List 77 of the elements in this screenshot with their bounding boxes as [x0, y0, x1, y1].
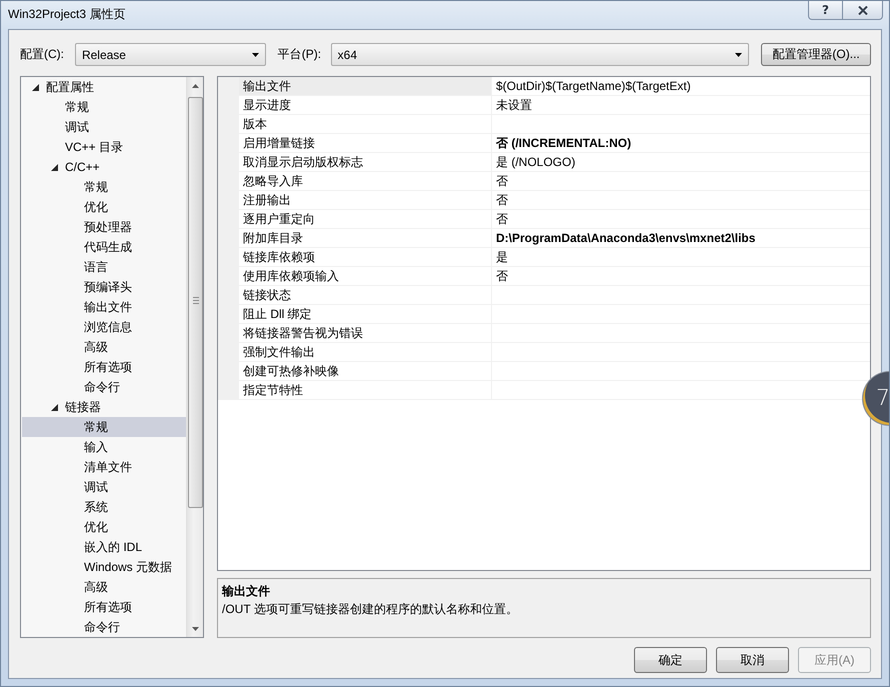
window-title: Win32Project3 属性页	[8, 6, 126, 22]
tree-item[interactable]: 浏览信息	[22, 317, 186, 337]
tree-item[interactable]: 高级	[22, 337, 186, 357]
scroll-up-icon[interactable]	[192, 84, 198, 88]
expanded-triangle-icon[interactable]	[51, 164, 58, 170]
close-icon	[858, 6, 868, 14]
tree-item[interactable]: 代码生成	[22, 237, 186, 257]
tree-item[interactable]: 调试	[22, 477, 186, 497]
property-name[interactable]: 启用增量链接	[239, 134, 491, 153]
property-value[interactable]: 是 (/NOLOGO)	[491, 153, 870, 172]
property-value[interactable]: 否	[491, 210, 870, 229]
property-value[interactable]: 是	[491, 248, 870, 267]
property-value[interactable]: 否	[491, 172, 870, 191]
dialog-button[interactable]: 取消	[716, 647, 789, 673]
property-name[interactable]: 注册输出	[239, 191, 491, 210]
tree-item[interactable]: 系统	[22, 497, 186, 517]
property-value[interactable]: D:\ProgramData\Anaconda3\envs\mxnet2\libs	[491, 229, 870, 248]
tree-item[interactable]: 常规	[22, 417, 186, 437]
property-name[interactable]: 忽略导入库	[239, 172, 491, 191]
configuration-dropdown[interactable]: Release	[74, 43, 266, 66]
tree-item[interactable]: 预编译头	[22, 277, 186, 297]
dropdown-arrow-icon	[252, 52, 259, 56]
property-name[interactable]: 链接库依赖项	[239, 248, 491, 267]
property-value[interactable]: 否 (/INCREMENTAL:NO)	[491, 134, 870, 153]
property-name[interactable]: 输出文件	[239, 77, 491, 96]
tree-item[interactable]: 命令行	[22, 377, 186, 397]
description-text: /OUT 选项可重写链接器创建的程序的默认名称和位置。	[222, 601, 518, 618]
configuration-manager-button[interactable]: 配置管理器(O)...	[761, 43, 872, 66]
tree-item[interactable]: 优化	[22, 197, 186, 217]
tree-item[interactable]: 语言	[22, 257, 186, 277]
property-name[interactable]: 显示进度	[239, 96, 491, 115]
tree-item[interactable]: 调试	[22, 117, 186, 137]
tree-item[interactable]: Windows 元数据	[22, 557, 186, 577]
property-name[interactable]: 强制文件输出	[239, 343, 491, 362]
close-button[interactable]	[843, 1, 883, 20]
tree-item[interactable]: 输出文件	[22, 297, 186, 317]
tree-item[interactable]: 命令行	[22, 617, 186, 637]
tree-item[interactable]: 嵌入的 IDL	[22, 537, 186, 557]
property-name[interactable]: 阻止 Dll 绑定	[239, 305, 491, 324]
configuration-label: 配置(C):	[20, 46, 65, 63]
tree-item[interactable]: 高级	[22, 577, 186, 597]
tree-item[interactable]: 所有选项	[22, 597, 186, 617]
dropdown-arrow-icon	[735, 52, 742, 56]
tree-item[interactable]: 常规	[22, 177, 186, 197]
platform-label: 平台(P):	[278, 46, 322, 63]
property-value[interactable]: $(OutDir)$(TargetName)$(TargetExt)	[491, 77, 870, 96]
property-name[interactable]: 附加库目录	[239, 229, 491, 248]
scroll-down-icon[interactable]	[192, 626, 198, 630]
scrollbar-thumb[interactable]	[188, 97, 202, 508]
tree-item[interactable]: 常规	[22, 97, 186, 117]
tree-item[interactable]: 输入	[22, 437, 186, 457]
scrollbar-track[interactable]	[186, 77, 203, 637]
expanded-triangle-icon[interactable]	[32, 84, 39, 90]
property-name[interactable]: 链接状态	[239, 286, 491, 305]
property-value[interactable]: 未设置	[491, 96, 870, 115]
help-button[interactable]: ?	[808, 1, 843, 20]
tree-item[interactable]: 链接器	[22, 397, 186, 417]
tree-item[interactable]: C/C++	[22, 157, 186, 177]
property-name[interactable]: 使用库依赖项输入	[239, 267, 491, 286]
property-name[interactable]: 版本	[239, 115, 491, 134]
property-name[interactable]: 创建可热修补映像	[239, 362, 491, 381]
tree-item[interactable]: 配置属性	[22, 77, 186, 97]
property-value[interactable]: 否	[491, 267, 870, 286]
property-value[interactable]: 否	[491, 191, 870, 210]
tree-item[interactable]: 预处理器	[22, 217, 186, 237]
tree-item[interactable]: VC++ 目录	[22, 137, 186, 157]
property-name[interactable]: 将链接器警告视为错误	[239, 324, 491, 343]
description-title: 输出文件	[222, 583, 270, 600]
expanded-triangle-icon[interactable]	[51, 404, 58, 410]
tree-item[interactable]: 优化	[22, 517, 186, 537]
tree-item[interactable]: 所有选项	[22, 357, 186, 377]
dialog-button[interactable]: 确定	[634, 647, 707, 673]
tree-item[interactable]: 清单文件	[22, 457, 186, 477]
property-name[interactable]: 指定节特性	[239, 381, 491, 400]
platform-dropdown[interactable]: x64	[330, 43, 750, 66]
property-name[interactable]: 取消显示启动版权标志	[239, 153, 491, 172]
property-name[interactable]: 逐用户重定向	[239, 210, 491, 229]
